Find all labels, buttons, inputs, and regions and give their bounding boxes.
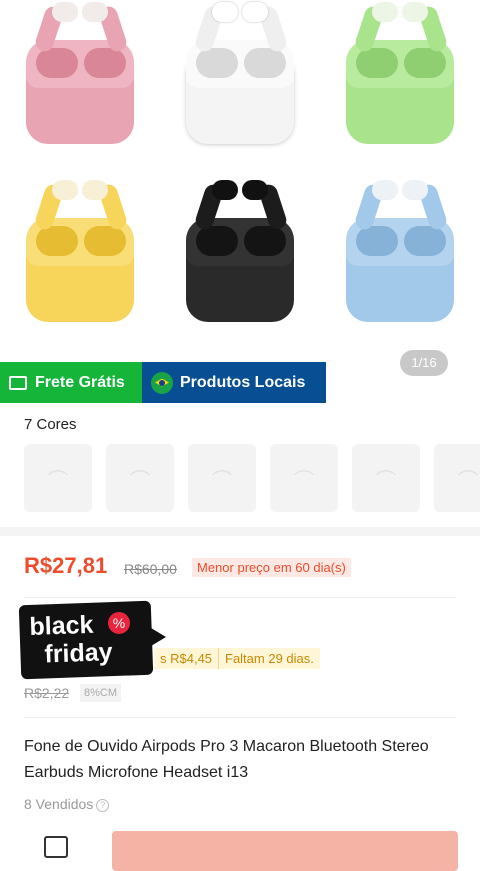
price-divider — [24, 597, 456, 598]
swatch-2[interactable]: ⌒ — [106, 444, 174, 512]
swatch-3[interactable]: ⌒ — [188, 444, 256, 512]
airpods-green-image — [320, 0, 480, 175]
sold-count: 8 Vendidos? — [24, 796, 110, 812]
swatch-6[interactable]: ⌒ — [434, 444, 480, 512]
placeholder-icon: ⌒ — [294, 469, 314, 492]
airpods-white-image — [160, 0, 320, 175]
current-price: R$27,81 — [24, 553, 108, 578]
truck-icon — [9, 375, 27, 390]
placeholder-icon: ⌒ — [376, 469, 396, 492]
black-friday-logo: black friday — [18, 600, 154, 680]
original-price: R$60,00 — [124, 561, 177, 577]
shipping-badges: Frete Grátis Produtos Locais — [0, 362, 326, 403]
product-image-gallery[interactable] — [0, 0, 480, 405]
installment-old-price: R$2,22 — [24, 685, 70, 701]
sold-count-label: 8 Vendidos — [24, 796, 94, 812]
brazil-flag-icon — [151, 371, 173, 394]
airpods-blue-image — [320, 178, 480, 353]
local-products-label: Produtos Locais — [180, 373, 306, 391]
variants-label: 7 Cores — [24, 416, 77, 433]
title-divider — [24, 717, 456, 718]
local-products-badge: Produtos Locais — [142, 362, 326, 403]
airpods-yellow-image — [0, 178, 160, 353]
swatch-5[interactable]: ⌒ — [352, 444, 420, 512]
black-friday-tag-tail — [146, 625, 166, 649]
info-icon[interactable]: ? — [96, 798, 110, 812]
image-counter: 1/16 — [400, 350, 448, 376]
airpods-black-image — [160, 178, 320, 353]
placeholder-icon: ⌒ — [458, 469, 478, 492]
coupon-value[interactable]: s R$4,45 — [154, 648, 219, 669]
section-divider — [0, 527, 480, 536]
black-friday-word-2: friday — [43, 638, 114, 669]
store-icon[interactable] — [44, 836, 68, 858]
coupon-time-left: Faltam 29 dias. — [218, 648, 320, 669]
percent-icon: % — [108, 612, 130, 634]
installment-tag: 8%CM — [80, 684, 122, 702]
lowest-price-tag: Menor preço em 60 dia(s) — [192, 558, 351, 577]
free-shipping-badge: Frete Grátis — [0, 362, 142, 403]
product-title: Fone de Ouvido Airpods Pro 3 Macaron Blu… — [24, 738, 429, 781]
placeholder-icon: ⌒ — [48, 469, 68, 492]
placeholder-icon: ⌒ — [130, 469, 150, 492]
free-shipping-label: Frete Grátis — [35, 373, 125, 391]
add-to-cart-button[interactable] — [112, 831, 458, 871]
swatch-1[interactable]: ⌒ — [24, 444, 92, 512]
airpods-pink-image — [0, 0, 160, 175]
swatch-4[interactable]: ⌒ — [270, 444, 338, 512]
color-swatches: ⌒ ⌒ ⌒ ⌒ ⌒ ⌒ — [24, 444, 480, 512]
placeholder-icon: ⌒ — [212, 469, 232, 492]
black-friday-word-1: black — [29, 610, 94, 641]
